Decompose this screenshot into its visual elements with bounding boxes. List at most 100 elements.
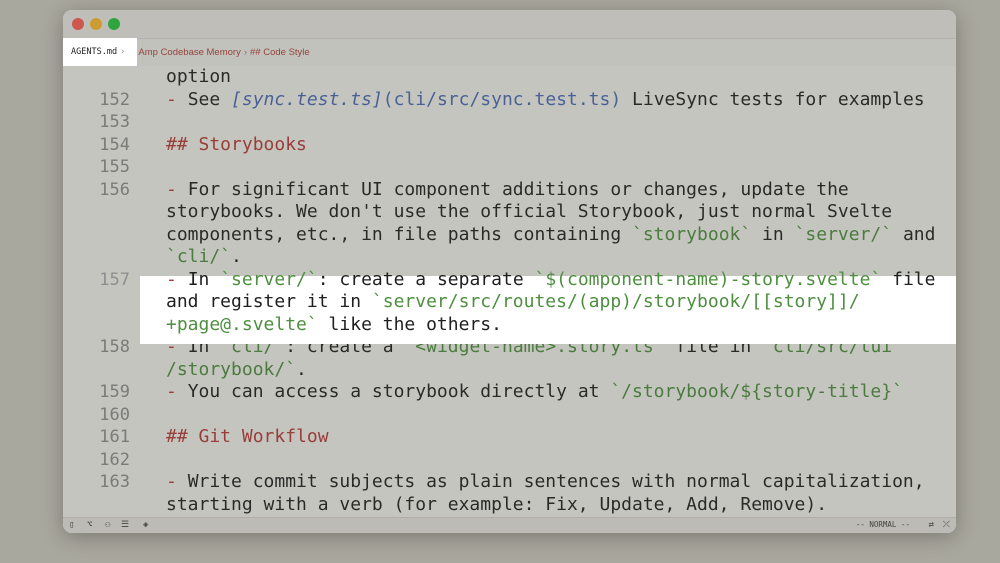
git-branch-icon[interactable]: ⌥ [87, 520, 92, 530]
status-bar: ▯ ⌥ ⚇ ☰ ◈ -- NORMAL -- ⇄ ⤫ [63, 517, 956, 533]
editor-line: option [63, 66, 956, 89]
breadcrumb-heading-2[interactable]: ## Code Style [250, 47, 310, 58]
text-segment: - [166, 381, 188, 402]
line-number: 156 [99, 179, 130, 200]
editor-line: storybooks. We don't use the official St… [63, 201, 956, 224]
line-text: storybooks. We don't use the official St… [166, 201, 892, 224]
line-text: starting with a verb (for example: Fix, … [166, 494, 827, 517]
text-segment: +page@.svelte` [166, 313, 318, 335]
title-bar [63, 10, 956, 39]
text-segment: For significant UI component additions o… [187, 178, 849, 200]
chevron-right-icon: › [243, 46, 248, 58]
line-text: option [166, 66, 231, 89]
line-text: - You can access a storybook directly at… [166, 381, 903, 404]
text-segment: In [187, 268, 221, 290]
line-number: 152 [99, 89, 130, 110]
line-number: 162 [99, 449, 130, 470]
line-text: /storybook/`. [166, 359, 307, 382]
text-segment: in [751, 223, 795, 245]
editor-line: 159 - You can access a storybook directly… [63, 381, 956, 404]
line-text: ## Git Workflow [166, 426, 329, 449]
text-segment: and [892, 223, 936, 245]
line-number: 157 [99, 269, 130, 290]
text-segment: - [166, 178, 188, 200]
translate-icon[interactable]: ⇄ [929, 520, 934, 530]
chevron-right-icon: › [120, 47, 126, 57]
text-segment: and register it in [166, 291, 372, 312]
text-segment: . [231, 246, 242, 267]
line-text: components, etc., in file paths containi… [166, 224, 935, 247]
line-number: 154 [99, 134, 130, 155]
text-segment: LiveSync tests for examples [621, 88, 925, 110]
editor-line: /storybook/`. [63, 359, 956, 382]
minimize-window-button[interactable] [90, 18, 102, 30]
editor-line: 162 [63, 449, 956, 472]
text-segment: Write commit subjects as plain sentences… [187, 471, 925, 492]
editor-line: +page@.svelte` like the others. [63, 314, 956, 337]
editor-line: 156 - For significant UI component additi… [63, 179, 956, 202]
line-text: - In `server/`: create a separate `$(com… [166, 269, 935, 292]
text-segment: like the others. [317, 313, 502, 335]
text-segment: You can access a storybook directly at [187, 381, 611, 402]
text-segment: - [166, 268, 188, 290]
line-text: `cli/`. [166, 246, 242, 269]
breadcrumb-heading-1[interactable]: # Amp Codebase Memory [131, 47, 241, 58]
editor-line: 154 ## Storybooks [63, 134, 956, 157]
editor-line: 155 [63, 156, 956, 179]
editor-line: components, etc., in file paths containi… [63, 224, 956, 247]
text-segment: `server/` [794, 223, 893, 245]
close-window-button[interactable] [72, 18, 84, 30]
users-icon[interactable]: ⚇ [105, 520, 110, 530]
text-segment: /storybook/` [166, 358, 297, 380]
editor-line: 163 - Write commit subjects as plain sent… [63, 471, 956, 494]
no-wrap-icon[interactable]: ⤫ [943, 520, 950, 530]
text-segment: storybooks. We don't use the official St… [166, 201, 893, 222]
text-segment: See [187, 88, 232, 110]
maximize-window-button[interactable] [108, 18, 120, 30]
text-segment: starting with a verb (for example: Fix, … [166, 493, 828, 515]
text-segment: [sync.test.ts] [231, 88, 383, 110]
sidebar-toggle-icon[interactable]: ▯ [69, 520, 74, 530]
text-segment: `server/src/routes/(app)/storybook/[[sto… [371, 291, 860, 312]
diamond-icon[interactable]: ◈ [143, 520, 148, 530]
text-segment: ## Storybooks [166, 133, 307, 155]
text-segment: `/storybook/${story-title}` [610, 381, 903, 402]
text-segment: components, etc., in file paths containi… [166, 223, 632, 245]
line-text: - See [sync.test.ts](cli/src/sync.test.t… [166, 89, 925, 112]
text-segment: : create a separate [317, 268, 535, 290]
text-segment: ## Git Workflow [166, 426, 329, 447]
editor-line: `cli/`. [63, 246, 956, 269]
editor-line: 161 ## Git Workflow [63, 426, 956, 449]
vim-mode-indicator: -- NORMAL -- [855, 520, 910, 529]
text-segment: (cli/src/sync.test.ts) [382, 88, 622, 110]
editor-line: 152 - See [sync.test.ts](cli/src/sync.tes… [63, 89, 956, 112]
editor-text-area[interactable]: option 152 - See [sync.test.ts](cli/src/sy… [63, 66, 956, 518]
line-text: - For significant UI component additions… [166, 179, 849, 202]
text-segment: . [296, 358, 307, 380]
text-segment: file [881, 268, 936, 290]
line-text: ## Storybooks [166, 134, 307, 157]
line-number: 159 [99, 382, 130, 402]
editor-line: and register it in `server/src/routes/(a… [63, 291, 956, 314]
breadcrumb: AGENTS.md › # Amp Codebase Memory › ## C… [63, 38, 956, 66]
list-icon[interactable]: ☰ [121, 520, 129, 530]
breadcrumb-file[interactable]: AGENTS.md › [63, 38, 137, 66]
editor-line: 157 - In `server/`: create a separate `$(… [63, 269, 956, 292]
line-number: 153 [99, 112, 130, 132]
text-segment: `$(component-name)-story.svelte` [534, 268, 882, 290]
text-segment: `server/` [220, 268, 318, 290]
line-text: +page@.svelte` like the others. [166, 314, 502, 337]
line-number: 161 [99, 427, 130, 447]
line-number: 163 [99, 472, 130, 492]
editor-window: AGENTS.md › # Amp Codebase Memory › ## C… [63, 10, 956, 533]
text-segment: `cli/` [166, 246, 232, 267]
editor-line: 153 [63, 111, 956, 134]
line-number: 158 [99, 337, 130, 357]
breadcrumb-file-label: AGENTS.md [71, 47, 118, 57]
editor-line: 160 [63, 404, 956, 427]
line-number: 155 [99, 157, 130, 177]
line-text: and register it in `server/src/routes/(a… [166, 291, 860, 314]
text-segment: `storybook` [632, 223, 752, 245]
line-number: 160 [99, 404, 130, 425]
text-segment: - [166, 88, 188, 110]
